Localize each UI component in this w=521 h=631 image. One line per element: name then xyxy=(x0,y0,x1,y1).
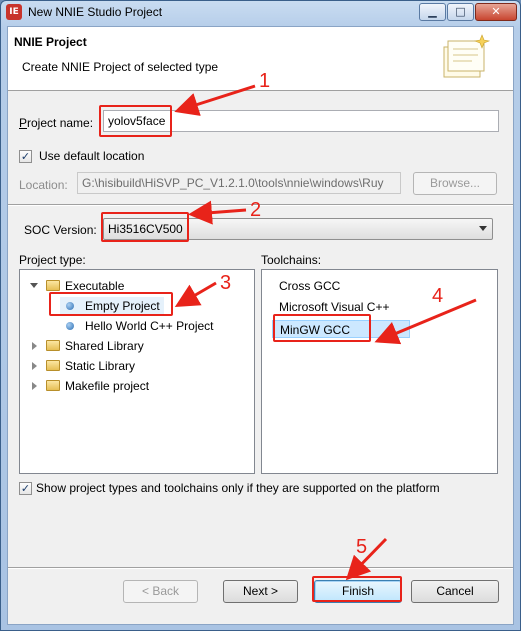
toolchains-label: Toolchains: xyxy=(261,253,322,267)
folder-icon xyxy=(46,360,60,371)
window-title: New NNIE Studio Project xyxy=(28,5,163,19)
wizard-banner-icon xyxy=(443,34,491,78)
dialog-body: NNIE Project Create NNIE Project of sele… xyxy=(7,26,514,625)
annotation-number: 1 xyxy=(259,70,271,92)
folder-icon xyxy=(46,380,60,391)
annotation-box-soc-version xyxy=(101,212,189,242)
filter-supported-label: Show project types and toolchains only i… xyxy=(36,481,440,495)
tree-item-hello-world[interactable]: Hello World C++ Project xyxy=(60,317,240,335)
annotation-number: 3 xyxy=(220,272,232,294)
next-button[interactable]: Next > xyxy=(223,580,298,603)
app-icon: IE xyxy=(6,4,22,20)
annotation-number: 5 xyxy=(356,536,368,558)
browse-button[interactable]: Browse... xyxy=(413,172,497,195)
toolchain-item[interactable]: Cross GCC xyxy=(279,277,340,295)
location-label: Location: xyxy=(19,178,68,192)
tree-item-label: Static Library xyxy=(65,359,136,373)
tree-item-label: Hello World C++ Project xyxy=(85,319,214,333)
title-bar: IE New NNIE Studio Project ▁ □ ✕ xyxy=(1,1,520,25)
tree-item-label: Makefile project xyxy=(65,379,150,393)
expand-arrow-icon xyxy=(30,283,38,288)
use-default-location-label: Use default location xyxy=(39,149,145,163)
annotation-box-mingw-gcc xyxy=(273,314,371,342)
minimize-button[interactable]: ▁ xyxy=(419,3,446,21)
separator xyxy=(8,567,513,569)
back-button[interactable]: < Back xyxy=(123,580,198,603)
annotation-box-finish xyxy=(312,576,402,602)
chevron-down-icon xyxy=(479,226,487,231)
collapse-arrow-icon xyxy=(32,382,37,390)
project-type-label: Project type: xyxy=(19,253,86,267)
banner-title: NNIE Project xyxy=(14,35,87,49)
toolchains-list: Cross GCC Microsoft Visual C++ MinGW GCC xyxy=(261,269,498,474)
folder-icon xyxy=(46,280,60,291)
collapse-arrow-icon xyxy=(32,342,37,350)
use-default-location-checkbox[interactable]: ✓ xyxy=(19,150,32,163)
project-type-icon xyxy=(66,322,74,330)
collapse-arrow-icon xyxy=(32,362,37,370)
annotation-box-project-name xyxy=(99,105,172,137)
cancel-button[interactable]: Cancel xyxy=(411,580,499,603)
tree-item-shared-library[interactable]: Shared Library xyxy=(20,337,254,355)
folder-icon xyxy=(46,340,60,351)
tree-item-makefile-project[interactable]: Makefile project xyxy=(20,377,254,395)
tree-item-label: Shared Library xyxy=(65,339,144,353)
close-button[interactable]: ✕ xyxy=(475,3,517,21)
maximize-button[interactable]: □ xyxy=(447,3,474,21)
soc-version-label: SOC Version: xyxy=(24,223,97,237)
annotation-number: 2 xyxy=(250,199,262,221)
filter-supported-checkbox[interactable]: ✓ xyxy=(19,482,32,495)
annotation-number: 4 xyxy=(432,285,444,307)
location-input[interactable]: G:\hisibuild\HiSVP_PC_V1.2.1.0\tools\nni… xyxy=(77,172,401,194)
project-name-label: Project name: xyxy=(19,116,94,130)
tree-item-static-library[interactable]: Static Library xyxy=(20,357,254,375)
banner-description: Create NNIE Project of selected type xyxy=(22,60,219,74)
annotation-box-empty-project xyxy=(49,292,173,316)
